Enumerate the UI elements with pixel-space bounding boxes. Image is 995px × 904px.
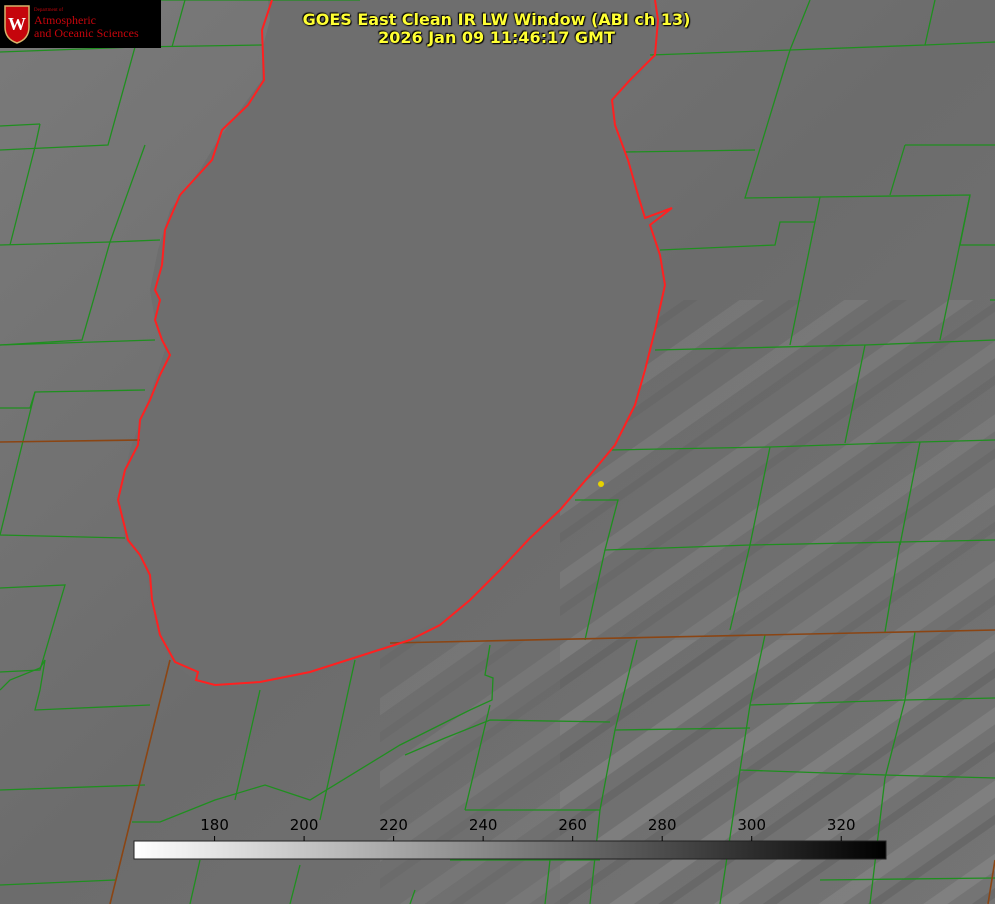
colorbar-gradient [133, 840, 887, 860]
image-title: GOES East Clean IR LW Window (ABI ch 13)… [0, 11, 995, 47]
colorbar-tick-label: 280 [648, 816, 677, 834]
colorbar-tick-label: 300 [737, 816, 766, 834]
cloud-streaks-south [380, 640, 995, 904]
title-timestamp: 2026 Jan 09 11:46:17 GMT [378, 28, 615, 47]
title-line1: GOES East Clean IR LW Window (ABI ch 13) [302, 10, 691, 29]
colorbar-tick-label: 320 [827, 816, 856, 834]
station-marker [598, 481, 604, 487]
colorbar-tick-label: 180 [200, 816, 229, 834]
colorbar-tick-label: 200 [290, 816, 319, 834]
satellite-ir-map: 180 200 220 240 260 280 300 320 [0, 0, 995, 904]
colorbar-tick-label: 260 [558, 816, 587, 834]
colorbar-tick-label: 220 [379, 816, 408, 834]
colorbar-tick-label: 240 [469, 816, 498, 834]
